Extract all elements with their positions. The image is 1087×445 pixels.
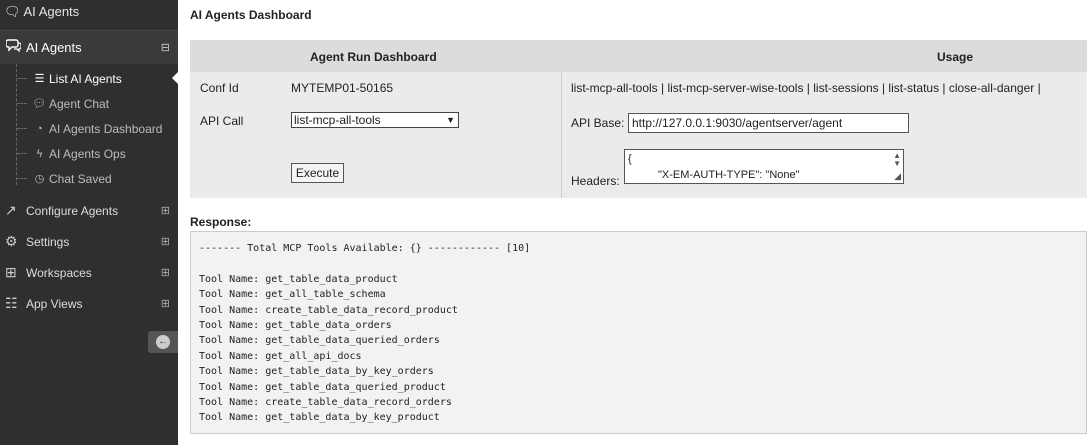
panel-header: Agent Run Dashboard Usage (190, 41, 1087, 72)
execute-button[interactable]: Execute (291, 163, 344, 183)
chat-icon (5, 39, 26, 56)
sidebar-subitem-ai-agents-dashboard[interactable]: ◔ AI Agents Dashboard (0, 116, 178, 141)
api-call-select[interactable]: list-mcp-all-tools ▼ (291, 112, 459, 128)
headers-textarea[interactable]: { "X-EM-AUTH-TYPE": "None" ▲ ▼ ◢ (624, 149, 904, 184)
sidebar-item-settings[interactable]: ⚙ Settings ⊞ (0, 226, 178, 257)
headers-label: Headers: (571, 174, 620, 188)
sidebar-item-workspaces[interactable]: ⊞ Workspaces ⊞ (0, 257, 178, 288)
response-line: Tool Name: get_table_data_orders (199, 320, 392, 332)
sidebar-subitem-agent-chat[interactable]: 💬︎ Agent Chat (0, 91, 178, 116)
response-line: Tool Name: get_table_data_queried_produc… (199, 381, 446, 393)
dashboard-icon: ◔ (36, 122, 43, 135)
api-base-input[interactable]: http://127.0.0.1:9030/agentserver/agent (628, 113, 909, 133)
gears-icon: ⚙ (5, 233, 18, 249)
chevron-down-icon: ▼ (446, 115, 455, 125)
conf-id-label: Conf Id (200, 81, 239, 95)
response-label: Response: (190, 215, 252, 229)
sidebar-submenu: ☰ List AI Agents 💬︎ Agent Chat ◔ AI Agen… (0, 64, 178, 195)
expand-toggle-icon[interactable]: ⊞ (161, 266, 170, 279)
response-line: Tool Name: get_all_api_docs (199, 350, 362, 362)
page-title: AI Agents Dashboard (190, 8, 312, 22)
response-text: ------- Total MCP Tools Available: {} --… (199, 241, 530, 426)
external-link-icon: ↗ (5, 202, 17, 218)
clock-icon: ◷ (34, 173, 45, 185)
response-output: ------- Total MCP Tools Available: {} --… (190, 231, 1087, 434)
sidebar-item-app-views[interactable]: ☷ App Views ⊞ (0, 288, 178, 319)
sidebar-collapse-button[interactable]: ← (148, 331, 178, 353)
list-icon: ☰ (34, 73, 45, 85)
chat-icon: 🗨︎ (4, 4, 21, 19)
sidebar-item-configure-agents[interactable]: ↗ Configure Agents ⊞ (0, 195, 178, 226)
api-call-label: API Call (200, 114, 244, 128)
usage-header: Usage (937, 50, 974, 64)
response-line: Tool Name: get_table_data_queried_orders (199, 335, 440, 347)
response-line: Tool Name: get_table_data_product (199, 273, 398, 285)
sidebar-subitem-list-ai-agents[interactable]: ☰ List AI Agents (0, 66, 178, 91)
conf-id-value: MYTEMP01-50165 (291, 81, 394, 95)
sidebar-top-item[interactable]: 🗨︎ AI Agents (0, 0, 178, 31)
sidebar-subitem-chat-saved[interactable]: ◷ Chat Saved (0, 166, 178, 191)
response-line: Tool Name: get_table_data_by_key_product (199, 412, 440, 424)
expand-toggle-icon[interactable]: ⊞ (161, 235, 170, 248)
agent-run-dashboard-header: Agent Run Dashboard (310, 50, 437, 64)
scroll-arrows-icon[interactable]: ▲ ▼ (893, 152, 901, 168)
response-line: Tool Name: create_table_data_record_orde… (199, 397, 452, 409)
sitemap-icon: ☷ (5, 295, 18, 311)
response-line: Tool Name: get_all_table_schema (199, 289, 386, 301)
main-content: AI Agents Dashboard Agent Run Dashboard … (178, 0, 1087, 445)
resize-grip-icon[interactable]: ◢ (894, 171, 901, 182)
expand-toggle-icon[interactable]: ⊞ (161, 204, 170, 217)
response-line: Tool Name: create_table_data_record_prod… (199, 304, 458, 316)
bolt-icon: ϟ (36, 147, 43, 160)
agent-run-panel: Agent Run Dashboard Usage Conf Id MYTEMP… (190, 40, 1087, 198)
sidebar-item-label: AI Agents (26, 40, 82, 55)
expand-toggle-icon[interactable]: ⊞ (161, 297, 170, 310)
collapse-toggle-icon[interactable]: ⊟ (161, 41, 170, 54)
response-line: Tool Name: get_table_data_by_key_orders (199, 366, 434, 378)
sidebar-subitem-ai-agents-ops[interactable]: ϟ AI Agents Ops (0, 141, 178, 166)
usage-links[interactable]: list-mcp-all-tools | list-mcp-server-wis… (571, 81, 1041, 95)
sidebar: 🗨︎ AI Agents AI Agents ⊟ ☰ List AI Agents… (0, 0, 178, 445)
chat-bubble-icon: 💬︎ (32, 98, 47, 110)
plus-square-icon: ⊞ (5, 264, 17, 280)
api-base-label: API Base: (571, 116, 625, 130)
response-line (199, 256, 530, 271)
response-line: ------- Total MCP Tools Available: {} --… (199, 243, 531, 254)
sidebar-item-ai-agents[interactable]: AI Agents ⊟ (0, 31, 178, 64)
arrow-left-circle-icon: ← (156, 335, 170, 349)
